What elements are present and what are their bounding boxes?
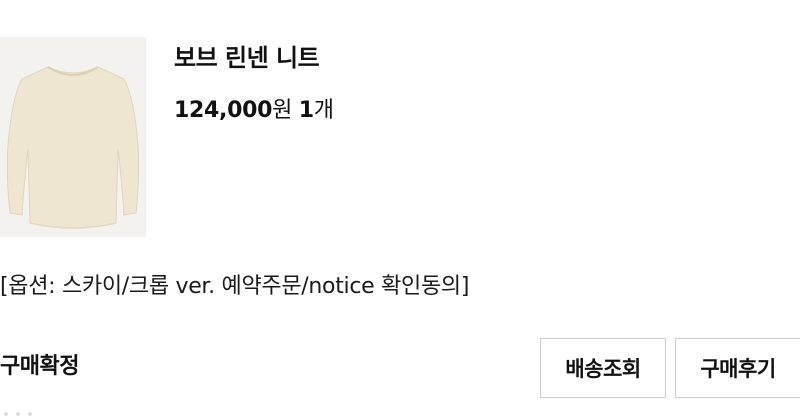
price-unit: 원 bbox=[272, 98, 293, 123]
track-shipment-button[interactable]: 배송조회 bbox=[540, 338, 666, 398]
price-value: 124,000 bbox=[174, 98, 273, 123]
quantity-unit: 개 bbox=[313, 98, 334, 123]
product-image[interactable] bbox=[0, 37, 146, 237]
option-text: [옵션: 스카이/크롭 ver. 예약주문/notice 확인동의] bbox=[0, 274, 470, 299]
quantity-value: 1 bbox=[298, 98, 314, 123]
write-review-button[interactable]: 구매후기 bbox=[675, 338, 800, 398]
knit-sweater-image bbox=[0, 37, 146, 237]
order-status-label: 구매확정 bbox=[0, 354, 79, 379]
price-quantity: 124,000원 1개 bbox=[174, 92, 334, 124]
cutoff-text-row bbox=[4, 412, 32, 416]
product-name[interactable]: 보브 린넨 니트 bbox=[174, 38, 320, 73]
